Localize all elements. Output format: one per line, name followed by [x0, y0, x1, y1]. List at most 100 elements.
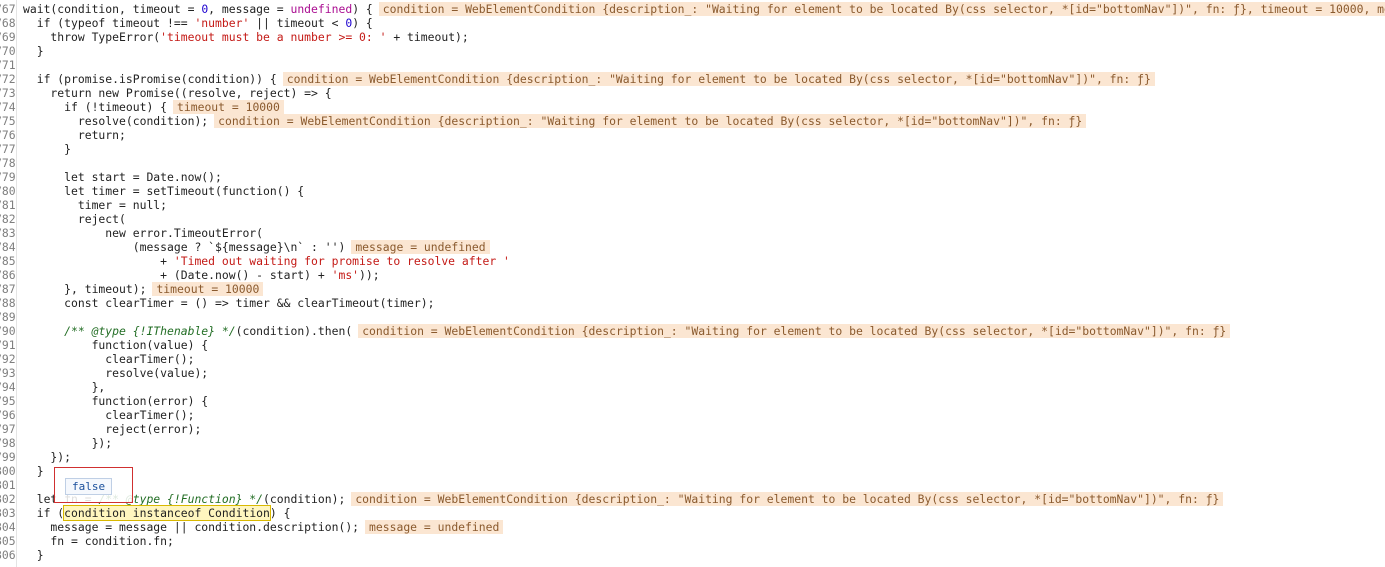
- line-number[interactable]: 792: [0, 352, 16, 366]
- line-number[interactable]: 801: [0, 478, 16, 492]
- code-text[interactable]: }: [23, 142, 71, 156]
- code-text[interactable]: function(value) {: [23, 338, 209, 352]
- code-text[interactable]: }, timeout); timeout = 10000: [23, 282, 264, 296]
- line-number[interactable]: 783: [0, 226, 16, 240]
- code-text[interactable]: message = message || condition.descripti…: [23, 520, 504, 534]
- inline-value-preview[interactable]: timeout = 10000: [173, 100, 284, 114]
- line-number[interactable]: 790: [0, 324, 16, 338]
- line-number[interactable]: 767: [0, 2, 16, 16]
- code-token: }: [23, 44, 44, 58]
- line-number[interactable]: 788: [0, 296, 16, 310]
- code-text[interactable]: if (typeof timeout !== 'number' || timeo…: [23, 16, 373, 30]
- code-token: resolve(value);: [23, 366, 209, 380]
- code-token: }, timeout);: [23, 282, 147, 296]
- code-text[interactable]: const clearTimer = () => timer && clearT…: [23, 296, 434, 310]
- line-number[interactable]: 779: [0, 170, 16, 184]
- line-number[interactable]: 786: [0, 268, 16, 282]
- code-text[interactable]: });: [23, 450, 71, 464]
- line-number[interactable]: 797: [0, 422, 16, 436]
- code-text[interactable]: if (promise.isPromise(condition)) {condi…: [23, 72, 1155, 86]
- code-text[interactable]: let fn = /** @type {!Function} */(condit…: [23, 492, 1224, 506]
- code-text[interactable]: fn = condition.fn;: [23, 534, 173, 548]
- inline-value-preview[interactable]: condition = WebElementCondition {descrip…: [214, 114, 1087, 128]
- code-text[interactable]: let start = Date.now();: [23, 170, 222, 184]
- code-text[interactable]: new error.TimeoutError(: [23, 226, 263, 240]
- line-number[interactable]: 787: [0, 282, 16, 296]
- line-number[interactable]: 775: [0, 114, 16, 128]
- line-number[interactable]: 796: [0, 408, 16, 422]
- line-number[interactable]: 769: [0, 30, 16, 44]
- code-text[interactable]: clearTimer();: [23, 352, 194, 366]
- code-editor[interactable]: 767 wait(condition, timeout = 0, message …: [0, 0, 1385, 567]
- code-text[interactable]: }: [23, 464, 44, 478]
- code-text[interactable]: }: [23, 548, 44, 562]
- code-text[interactable]: wait(condition, timeout = 0, message = u…: [23, 2, 1385, 16]
- line-number[interactable]: 800: [0, 464, 16, 478]
- code-text[interactable]: reject(error);: [23, 422, 201, 436]
- line-number[interactable]: 776: [0, 128, 16, 142]
- code-token: ) {: [269, 506, 291, 520]
- code-text[interactable]: timer = null;: [23, 198, 167, 212]
- line-number[interactable]: 780: [0, 184, 16, 198]
- line-number[interactable]: 805: [0, 534, 16, 548]
- line-number[interactable]: 798: [0, 436, 16, 450]
- code-text[interactable]: },: [23, 380, 106, 394]
- inline-value-preview[interactable]: condition = WebElementCondition {descrip…: [351, 492, 1224, 506]
- code-token: clearTimer();: [23, 408, 195, 422]
- code-text[interactable]: (message ? `${message}\n` : '') message =…: [23, 240, 490, 254]
- code-text[interactable]: resolve(value);: [23, 366, 208, 380]
- line-number[interactable]: 768: [0, 16, 16, 30]
- line-number[interactable]: 799: [0, 450, 16, 464]
- code-text[interactable]: });: [23, 436, 113, 450]
- line-number[interactable]: 794: [0, 380, 16, 394]
- inline-value-preview[interactable]: message = undefined: [351, 240, 490, 254]
- code-token: (condition).then(: [235, 324, 353, 338]
- line-number[interactable]: 782: [0, 212, 16, 226]
- line-number[interactable]: 803: [0, 506, 16, 520]
- line-number[interactable]: 781: [0, 198, 16, 212]
- line-number[interactable]: 795: [0, 394, 16, 408]
- inline-value-preview[interactable]: timeout = 10000: [152, 282, 264, 296]
- code-text[interactable]: return;: [23, 128, 126, 142]
- code-text[interactable]: throw TypeError('timeout must be a numbe…: [23, 30, 468, 44]
- code-text[interactable]: if (condition instanceof Condition) {: [23, 505, 291, 521]
- inline-value-preview[interactable]: condition = WebElementCondition {descrip…: [378, 2, 1385, 16]
- code-token: || timeout <: [249, 16, 346, 30]
- line-number[interactable]: 777: [0, 142, 16, 156]
- line-number[interactable]: 785: [0, 254, 16, 268]
- line-number[interactable]: 806: [0, 548, 16, 562]
- line-number[interactable]: 784: [0, 240, 16, 254]
- code-token: undefined: [290, 2, 353, 16]
- line-number[interactable]: 791: [0, 338, 16, 352]
- line-number[interactable]: 789: [0, 310, 16, 324]
- hover-tooltip: false: [54, 467, 133, 503]
- code-text[interactable]: }: [23, 44, 44, 58]
- line-number[interactable]: 802: [0, 492, 16, 506]
- line-number[interactable]: 770: [0, 44, 16, 58]
- inline-value-preview[interactable]: condition = WebElementCondition {descrip…: [282, 72, 1155, 86]
- hovered-expression[interactable]: condition instanceof Condition: [63, 505, 271, 521]
- code-text[interactable]: if (!timeout) {timeout = 10000: [23, 100, 284, 114]
- line-number[interactable]: 773: [0, 86, 16, 100]
- line-number[interactable]: 793: [0, 366, 16, 380]
- code-text[interactable]: let timer = setTimeout(function() {: [23, 184, 304, 198]
- code-text[interactable]: + (Date.now() - start) + 'ms'));: [23, 268, 379, 282]
- code-text[interactable]: /** @type {!IThenable} */(condition).the…: [23, 324, 1231, 338]
- code-token: reject(error);: [23, 422, 202, 436]
- inline-value-preview[interactable]: message = undefined: [365, 520, 504, 534]
- line-number[interactable]: 772: [0, 72, 16, 86]
- code-token: ) {: [352, 2, 373, 16]
- code-text[interactable]: function(error) {: [23, 394, 209, 408]
- code-token: let timer = setTimeout(function() {: [23, 184, 305, 198]
- code-text[interactable]: + 'Timed out waiting for promise to reso…: [23, 254, 510, 268]
- code-text[interactable]: resolve(condition); condition = WebElemen…: [23, 114, 1087, 128]
- code-token: ) {: [352, 16, 373, 30]
- line-number[interactable]: 774: [0, 100, 16, 114]
- line-number[interactable]: 804: [0, 520, 16, 534]
- code-text[interactable]: reject(: [23, 212, 126, 226]
- line-number[interactable]: 771: [0, 58, 16, 72]
- code-text[interactable]: return new Promise((resolve, reject) => …: [23, 86, 331, 100]
- code-text[interactable]: clearTimer();: [23, 408, 194, 422]
- inline-value-preview[interactable]: condition = WebElementCondition {descrip…: [358, 324, 1231, 338]
- line-number[interactable]: 778: [0, 156, 16, 170]
